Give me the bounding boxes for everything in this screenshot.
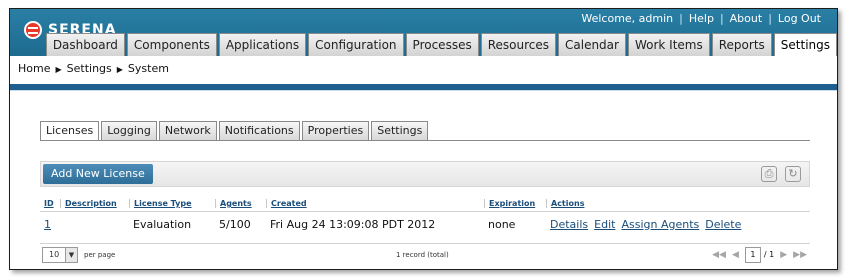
top-header: SERENA Welcome, admin | Help | About | L… — [10, 9, 837, 56]
tab-underline — [40, 140, 810, 141]
app-window: SERENA Welcome, admin | Help | About | L… — [9, 8, 838, 270]
crumb-system: System — [127, 62, 169, 75]
settings-tabs: Licenses Logging Network Notifications P… — [40, 121, 430, 141]
table-row: 1 Evaluation 5/100 Fri Aug 24 13:09:08 P… — [40, 212, 810, 236]
tab-subsettings[interactable]: Settings — [371, 121, 429, 140]
tab-reports[interactable]: Reports — [711, 33, 772, 56]
tab-properties[interactable]: Properties — [301, 121, 370, 140]
prev-page-icon[interactable]: ◀ — [732, 250, 739, 260]
license-created: Fri Aug 24 13:09:08 PDT 2012 — [270, 217, 436, 231]
chevron-right-icon: ▶ — [116, 65, 123, 74]
col-license-type[interactable]: License Type — [129, 199, 215, 208]
crumb-home[interactable]: Home — [18, 62, 50, 75]
col-agents[interactable]: Agents — [215, 199, 266, 208]
breadcrumb: Home ▶ Settings ▶ System — [10, 56, 837, 84]
col-actions: Actions — [546, 199, 810, 208]
tab-configuration[interactable]: Configuration — [308, 33, 404, 56]
tab-dashboard[interactable]: Dashboard — [45, 33, 125, 56]
main-content: Licenses Logging Network Notifications P… — [10, 90, 837, 269]
page-total: / 1 — [763, 250, 775, 259]
first-page-icon[interactable]: ◀◀ — [712, 250, 726, 260]
main-nav: Dashboard Components Applications Config… — [44, 33, 837, 56]
tab-settings[interactable]: Settings — [773, 33, 837, 56]
details-link[interactable]: Details — [550, 218, 588, 231]
license-table: ID Description License Type Agents Creat… — [40, 196, 810, 236]
crumb-settings[interactable]: Settings — [67, 62, 112, 75]
tab-licenses[interactable]: Licenses — [40, 121, 100, 141]
page-input[interactable]: 1 — [744, 246, 761, 263]
per-page-value: 10 — [49, 250, 60, 259]
col-description[interactable]: Description — [60, 199, 129, 208]
col-expiration[interactable]: Expiration — [484, 199, 546, 208]
add-new-license-button[interactable]: Add New License — [43, 164, 153, 184]
table-footer: 10 ▼ per page 1 record (total) ◀◀ ◀ 1 / … — [40, 243, 810, 265]
per-page-label: per page — [84, 250, 116, 259]
tab-network[interactable]: Network — [158, 121, 217, 140]
refresh-icon[interactable]: ↻ — [785, 166, 801, 182]
tab-applications[interactable]: Applications — [218, 33, 307, 56]
delete-link[interactable]: Delete — [705, 218, 741, 231]
col-created[interactable]: Created — [266, 199, 484, 208]
serena-logo-icon — [24, 21, 42, 39]
license-toolbar: Add New License ⎙ ↻ — [40, 161, 810, 187]
edit-link[interactable]: Edit — [594, 218, 615, 231]
license-actions: Details Edit Assign Agents Delete — [546, 218, 810, 231]
logout-link[interactable]: Log Out — [772, 12, 827, 25]
chevron-down-icon: ▼ — [65, 247, 77, 262]
tab-notifications[interactable]: Notifications — [218, 121, 300, 140]
welcome-text: Welcome, admin — [581, 12, 674, 25]
record-count: 1 record (total) — [396, 250, 449, 259]
print-icon[interactable]: ⎙ — [761, 166, 777, 182]
per-page-select[interactable]: 10 ▼ — [42, 246, 78, 263]
license-type: Evaluation — [133, 217, 192, 231]
col-id[interactable]: ID — [40, 199, 60, 208]
last-page-icon[interactable]: ▶▶ — [793, 250, 807, 260]
tab-resources[interactable]: Resources — [480, 33, 556, 56]
assign-agents-link[interactable]: Assign Agents — [621, 218, 699, 231]
tab-calendar[interactable]: Calendar — [558, 33, 626, 56]
tab-components[interactable]: Components — [126, 33, 217, 56]
next-page-icon[interactable]: ▶ — [780, 250, 787, 260]
tab-logging[interactable]: Logging — [101, 121, 157, 140]
license-expiration: none — [488, 217, 516, 231]
chevron-right-icon: ▶ — [55, 65, 62, 74]
help-link[interactable]: Help — [683, 12, 720, 25]
tab-processes[interactable]: Processes — [405, 33, 479, 56]
license-id-link[interactable]: 1 — [40, 218, 60, 231]
table-header: ID Description License Type Agents Creat… — [40, 196, 810, 212]
user-links: Welcome, admin | Help | About | Log Out — [575, 12, 827, 25]
about-link[interactable]: About — [724, 12, 769, 25]
license-agents: 5/100 — [219, 217, 251, 231]
tab-work-items[interactable]: Work Items — [627, 33, 710, 56]
pager: ◀◀ ◀ 1 / 1 ▶ ▶▶ — [709, 246, 810, 263]
